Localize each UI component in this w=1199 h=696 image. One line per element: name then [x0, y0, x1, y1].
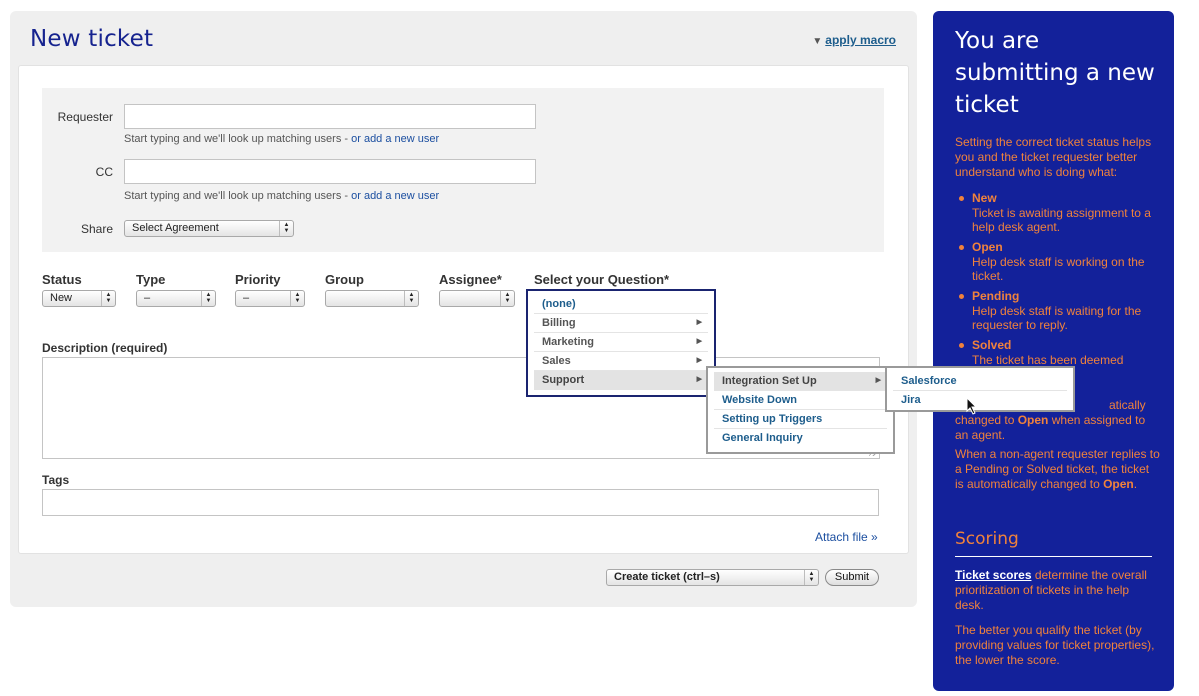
- select-arrows-icon: ▲ ▼: [279, 221, 293, 236]
- status-label: Status: [42, 272, 82, 287]
- submit-action-select[interactable]: Create ticket (ctrl–s) ▲ ▼: [606, 569, 819, 586]
- sidebar-reply-note: When a non-agent requester replies to a …: [955, 447, 1160, 491]
- menu-item-billing[interactable]: Billing ▶: [534, 314, 708, 333]
- ticket-form: Requester Start typing and we'll look up…: [18, 65, 909, 554]
- menu-item-jira[interactable]: Jira: [893, 391, 1067, 410]
- requester-label: Requester: [57, 110, 113, 124]
- requester-input[interactable]: [124, 104, 536, 129]
- sidebar-intro: Setting the correct ticket status helps …: [955, 135, 1152, 179]
- sidebar-title: You are submitting a new ticket: [955, 28, 1155, 118]
- select-arrows-icon: ▲ ▼: [201, 291, 215, 306]
- status-item-new: New Ticket is awaiting assignment to a h…: [955, 191, 1160, 234]
- bullet-icon: [959, 294, 964, 299]
- type-select[interactable]: – ▲ ▼: [136, 290, 216, 307]
- add-new-user-link[interactable]: or add a new user: [351, 133, 439, 145]
- apply-macro-link[interactable]: ▼ apply macro: [812, 33, 896, 47]
- cc-add-new-user-link[interactable]: or add a new user: [351, 190, 439, 202]
- description-label: Description (required): [42, 341, 168, 355]
- attach-file-link[interactable]: Attach file »: [815, 530, 878, 544]
- status-list: New Ticket is awaiting assignment to a h…: [955, 191, 1160, 373]
- status-select[interactable]: New ▲ ▼: [42, 290, 116, 307]
- assignee-label: Assignee*: [439, 272, 502, 287]
- tags-input[interactable]: [42, 489, 879, 516]
- chevron-right-icon: ▶: [875, 377, 881, 384]
- menu-item-salesforce[interactable]: Salesforce: [893, 372, 1067, 391]
- menu-item-general-inquiry[interactable]: General Inquiry: [714, 429, 887, 448]
- people-section: Requester Start typing and we'll look up…: [42, 88, 884, 252]
- status-item-open: Open Help desk staff is working on the t…: [955, 240, 1160, 283]
- bullet-icon: [959, 196, 964, 201]
- mouse-pointer-icon: [966, 397, 978, 415]
- chevron-right-icon: ▶: [696, 376, 702, 383]
- support-submenu: Integration Set Up ▶ Website Down Setting…: [706, 366, 895, 454]
- tags-label: Tags: [42, 473, 70, 487]
- menu-item-none[interactable]: (none): [534, 295, 708, 314]
- integration-submenu: Salesforce Jira: [885, 366, 1075, 412]
- menu-item-website-down[interactable]: Website Down: [714, 391, 887, 410]
- priority-select[interactable]: – ▲ ▼: [235, 290, 305, 307]
- triangle-down-icon: ▼: [812, 36, 823, 47]
- share-label: Share: [80, 222, 113, 236]
- menu-item-setting-up-triggers[interactable]: Setting up Triggers: [714, 410, 887, 429]
- requester-hint: Start typing and we'll look up matching …: [124, 133, 440, 145]
- menu-item-sales[interactable]: Sales ▶: [534, 352, 708, 371]
- menu-item-integration-set-up[interactable]: Integration Set Up ▶: [714, 372, 887, 391]
- type-label: Type: [136, 272, 166, 287]
- chevron-right-icon: ▶: [696, 338, 702, 345]
- chevron-right-icon: ▶: [696, 319, 702, 326]
- select-arrows-icon: ▲ ▼: [404, 291, 418, 306]
- cc-label: CC: [95, 165, 113, 179]
- status-item-pending: Pending Help desk staff is waiting for t…: [955, 289, 1160, 332]
- question-label: Select your Question*: [534, 272, 670, 287]
- cc-input[interactable]: [124, 159, 536, 184]
- assignee-select[interactable]: ▲ ▼: [439, 290, 515, 307]
- share-select[interactable]: Select Agreement ▲ ▼: [124, 220, 294, 237]
- select-arrows-icon: ▲ ▼: [804, 570, 818, 585]
- select-arrows-icon: ▲ ▼: [500, 291, 514, 306]
- group-label: Group: [325, 272, 364, 287]
- group-select[interactable]: ▲ ▼: [325, 290, 419, 307]
- new-ticket-panel: New ticket ▼ apply macro Requester Start …: [10, 11, 917, 607]
- submit-button[interactable]: Submit: [825, 569, 879, 586]
- bullet-icon: [959, 343, 964, 348]
- scoring-title: Scoring: [955, 529, 1019, 549]
- page-title: New ticket: [30, 26, 154, 52]
- menu-item-marketing[interactable]: Marketing ▶: [534, 333, 708, 352]
- scoring-text: Ticket scores determine the overall prio…: [955, 568, 1147, 612]
- question-menu: (none) Billing ▶ Marketing ▶ Sales ▶ Suppor…: [526, 289, 716, 397]
- scoring-divider: [955, 556, 1152, 557]
- chevron-right-icon: ▶: [696, 357, 702, 364]
- ticket-scores-link[interactable]: Ticket scores: [955, 568, 1032, 582]
- cc-hint: Start typing and we'll look up matching …: [124, 190, 440, 202]
- menu-item-support[interactable]: Support ▶: [534, 371, 708, 390]
- priority-label: Priority: [235, 272, 281, 287]
- help-sidebar: You are submitting a new ticket Setting …: [933, 11, 1174, 691]
- select-arrows-icon: ▲ ▼: [290, 291, 304, 306]
- scoring-note: The better you qualify the ticket (by pr…: [955, 623, 1155, 667]
- status-item-solved: Solved The ticket has been deemed: [955, 338, 1160, 367]
- bullet-icon: [959, 245, 964, 250]
- select-arrows-icon: ▲ ▼: [101, 291, 115, 306]
